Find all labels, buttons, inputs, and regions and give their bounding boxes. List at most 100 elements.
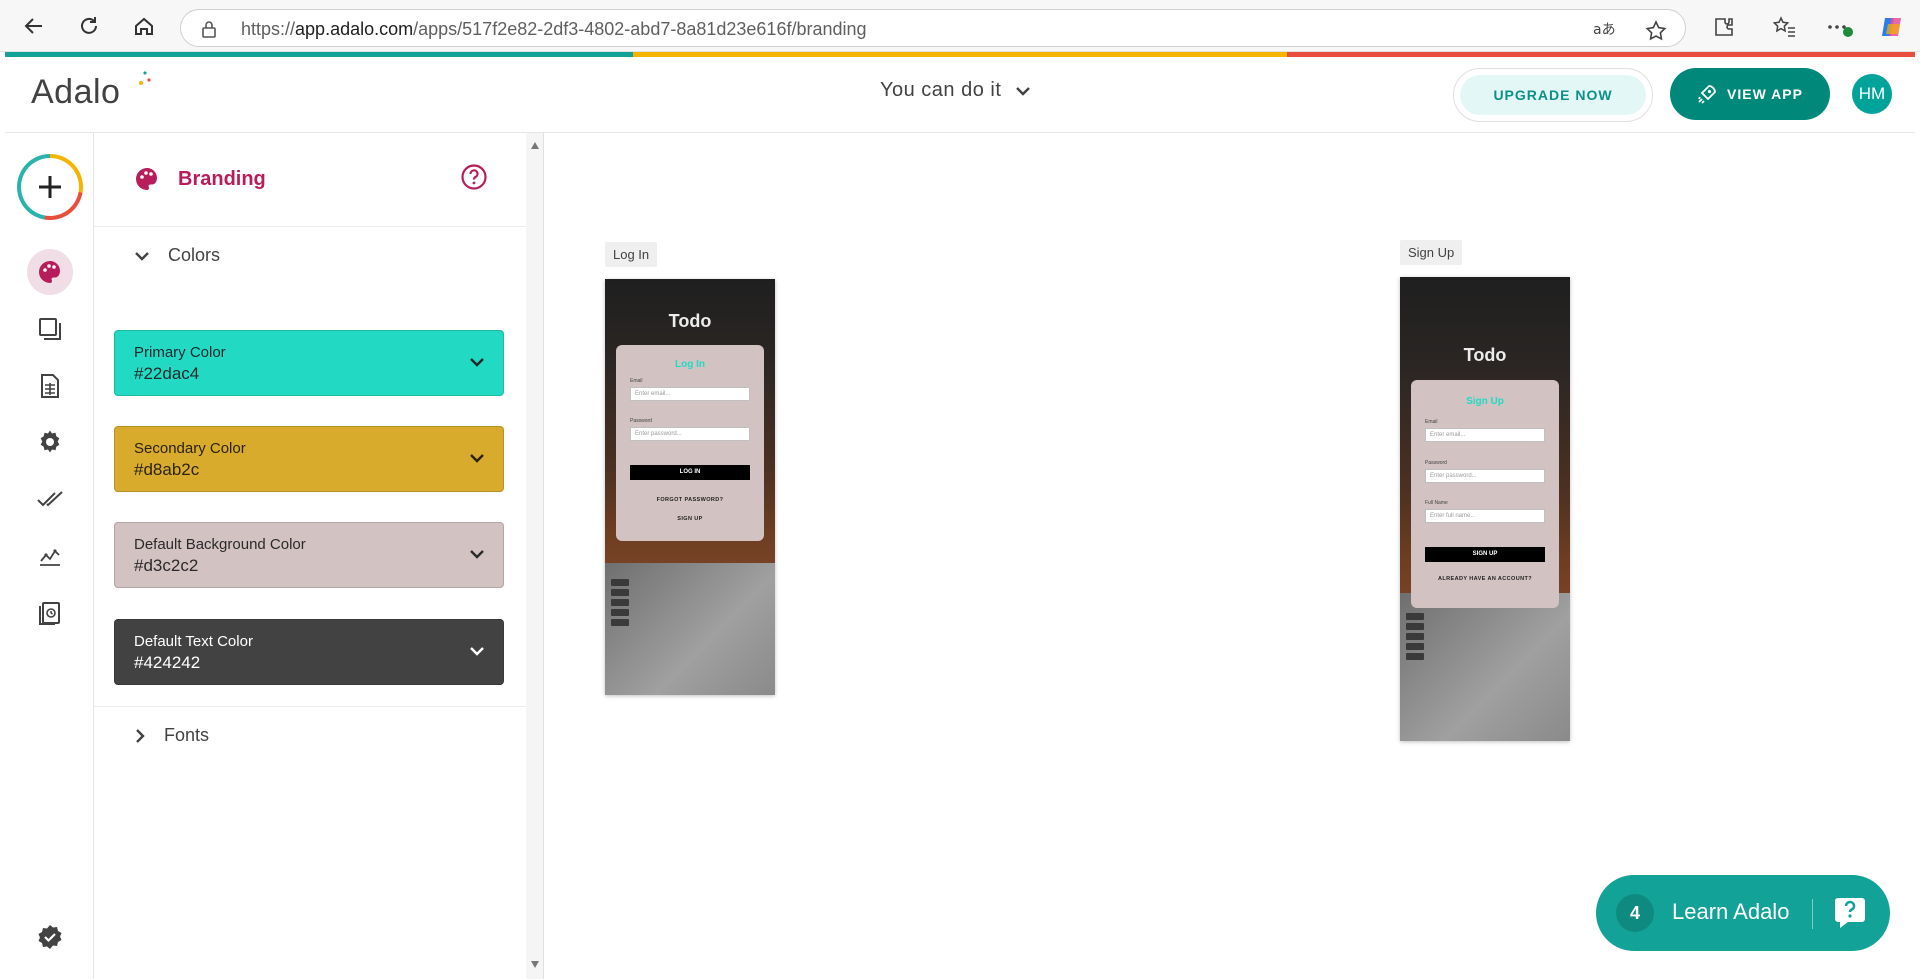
keyboard-keys	[611, 579, 633, 629]
email-label: Email	[1425, 419, 1438, 425]
version-history-icon[interactable]	[27, 590, 73, 636]
verified-badge-icon[interactable]	[27, 914, 73, 960]
color-value: #d8ab2c	[134, 460, 200, 479]
more-menu-icon[interactable]	[1826, 13, 1854, 41]
lock-icon[interactable]	[201, 20, 217, 43]
chevron-down-icon	[470, 550, 484, 559]
home-icon[interactable]	[130, 12, 158, 40]
color-value: #22dac4	[134, 364, 200, 383]
branding-panel: Branding Colors Primary Color #22dac4 Se…	[94, 133, 526, 979]
color-label: Default Text Color	[134, 633, 253, 650]
keyboard-keys	[1406, 613, 1428, 663]
help-icon[interactable]	[460, 163, 488, 196]
reload-icon[interactable]	[75, 12, 103, 40]
phone-app-title: Todo	[668, 311, 712, 331]
signup-card-title: Sign Up	[1466, 396, 1504, 407]
background-color-picker[interactable]: Default Background Color #d3c2c2	[114, 522, 504, 588]
plus-icon	[39, 176, 61, 198]
url-prefix: https://	[241, 19, 296, 39]
app-name: You can do it	[880, 79, 1002, 101]
chevron-down-icon	[470, 358, 484, 367]
url-path: /apps/517f2e82-2df3-4802-abd7-8a81d23e61…	[413, 19, 867, 39]
branding-palette-icon[interactable]	[27, 249, 73, 295]
upgrade-button-outline: UPGRADE NOW	[1453, 68, 1653, 122]
svg-text:aあ: aあ	[1593, 22, 1616, 38]
help-chat-icon[interactable]	[1830, 892, 1870, 937]
analytics-icon[interactable]	[27, 533, 73, 579]
login-form-card: Log In Email Enter email... Password Ent…	[616, 345, 764, 541]
primary-color-picker[interactable]: Primary Color #22dac4	[114, 330, 504, 396]
favorites-icon[interactable]	[1770, 13, 1798, 41]
secondary-color-picker[interactable]: Secondary Color #d8ab2c	[114, 426, 504, 492]
color-value: #424242	[134, 653, 201, 672]
chevron-down-icon	[135, 251, 149, 261]
password-label: Password	[1425, 460, 1447, 466]
already-have-account-link[interactable]: ALREADY HAVE AN ACCOUNT?	[1411, 576, 1559, 582]
color-value: #d3c2c2	[134, 556, 199, 575]
copilot-icon[interactable]	[1878, 13, 1906, 41]
scroll-up-icon[interactable]	[530, 141, 540, 151]
password-label: Password	[630, 418, 652, 424]
chevron-down-icon	[470, 647, 484, 656]
view-app-button[interactable]: VIEW APP	[1670, 68, 1830, 120]
app-header: Adalo You can do it UPGRADE NOW VIEW APP…	[5, 57, 1915, 133]
avatar[interactable]: HM	[1852, 74, 1892, 114]
panel-scrollbar[interactable]	[526, 133, 544, 979]
database-icon[interactable]	[27, 363, 73, 409]
app-switcher[interactable]: You can do it	[880, 79, 1031, 102]
translate-icon[interactable]: aあ	[1593, 20, 1617, 43]
colors-section-toggle[interactable]: Colors	[134, 245, 220, 266]
publish-check-icon[interactable]	[27, 476, 73, 522]
extensions-icon[interactable]	[1710, 13, 1738, 41]
color-label: Primary Color	[134, 344, 226, 361]
login-screen-preview[interactable]: Todo Log In Email Enter email... Passwor…	[605, 279, 775, 695]
adalo-logo[interactable]: Adalo	[31, 73, 120, 112]
scroll-down-icon[interactable]	[530, 959, 540, 969]
learn-adalo-label: Learn Adalo	[1672, 899, 1790, 924]
signup-screen-preview[interactable]: Todo Sign Up Email Enter email... Passwo…	[1400, 277, 1570, 741]
branding-panel-header: Branding	[94, 133, 526, 227]
password-field[interactable]: Enter password...	[1425, 469, 1545, 483]
forgot-password-link[interactable]: FORGOT PASSWORD?	[616, 497, 764, 503]
logo-sparkle-icon	[137, 69, 153, 94]
text-color-picker[interactable]: Default Text Color #424242	[114, 619, 504, 685]
colors-section-label: Colors	[168, 245, 221, 265]
section-divider	[94, 706, 526, 707]
signup-form-card: Sign Up Email Enter email... Password En…	[1411, 380, 1559, 608]
add-button-inner	[21, 158, 79, 216]
screen-label-signup[interactable]: Sign Up	[1400, 240, 1463, 265]
settings-gear-icon[interactable]	[27, 419, 73, 465]
address-bar[interactable]: https://app.adalo.com/apps/517f2e82-2df3…	[180, 9, 1686, 47]
view-app-label: VIEW APP	[1727, 86, 1803, 102]
chevron-down-icon	[470, 454, 484, 463]
upgrade-now-button[interactable]: UPGRADE NOW	[1460, 75, 1646, 115]
signup-button[interactable]: SIGN UP	[1425, 547, 1545, 562]
screens-icon[interactable]	[27, 306, 73, 352]
favorite-star-icon[interactable]	[1645, 20, 1667, 47]
phone-app-title: Todo	[1463, 345, 1507, 365]
screen-canvas[interactable]: Log In Todo Log In Email Enter email... …	[545, 133, 1915, 979]
color-label: Secondary Color	[134, 440, 246, 457]
learn-adalo-button[interactable]: 4 Learn Adalo	[1596, 875, 1890, 951]
back-icon[interactable]	[20, 12, 48, 40]
panel-title: Branding	[178, 168, 266, 190]
signup-link[interactable]: SIGN UP	[616, 516, 764, 522]
left-icon-rail	[5, 133, 94, 979]
screen-label-login[interactable]: Log In	[605, 242, 658, 267]
rocket-icon	[1698, 85, 1716, 104]
color-label: Default Background Color	[134, 536, 306, 553]
login-button[interactable]: LOG IN	[630, 465, 750, 480]
fonts-section-toggle[interactable]: Fonts	[134, 725, 209, 746]
add-component-button[interactable]	[17, 154, 83, 220]
email-field[interactable]: Enter email...	[630, 387, 750, 401]
url-text: https://app.adalo.com/apps/517f2e82-2df3…	[241, 19, 867, 40]
learn-divider	[1812, 899, 1813, 929]
login-card-title: Log In	[675, 359, 705, 370]
chevron-right-icon	[136, 728, 145, 743]
chevron-down-icon	[1016, 86, 1031, 96]
email-field[interactable]: Enter email...	[1425, 428, 1545, 442]
full-name-field[interactable]: Enter full name...	[1425, 509, 1545, 523]
browser-toolbar: https://app.adalo.com/apps/517f2e82-2df3…	[0, 0, 1920, 52]
fonts-section-label: Fonts	[164, 725, 210, 745]
password-field[interactable]: Enter password...	[630, 427, 750, 441]
